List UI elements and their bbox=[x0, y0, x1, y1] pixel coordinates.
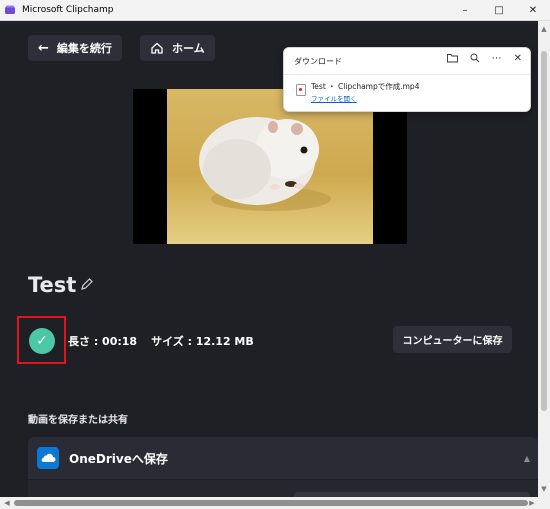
home-label: ホーム bbox=[172, 42, 205, 55]
app-content: ← 編集を続行 ホーム Test ✓ 長さ: 00:18 サイズ: 12.1… bbox=[0, 21, 538, 497]
scroll-down-icon[interactable]: ▼ bbox=[538, 483, 550, 495]
window-title: Microsoft Clipchamp bbox=[22, 5, 114, 15]
open-file-link[interactable]: ファイルを開く bbox=[311, 93, 357, 103]
save-to-computer-button[interactable]: コンピューターに保存 bbox=[393, 326, 512, 353]
home-button[interactable]: ホーム bbox=[140, 35, 215, 61]
vertical-scroll-thumb[interactable] bbox=[541, 51, 547, 411]
scroll-right-icon[interactable]: ▶ bbox=[526, 497, 538, 509]
downloads-popup: ダウンロード ⋯ ✕ Test ・ Clipchampで作成.mp4 ファイルを… bbox=[283, 47, 531, 112]
share-section-heading: 動画を保存または共有 bbox=[28, 415, 128, 426]
onedrive-save-label: OneDriveへ保存 bbox=[69, 451, 168, 466]
scroll-up-icon[interactable]: ▲ bbox=[538, 23, 550, 35]
checkmark-icon: ✓ bbox=[29, 328, 55, 354]
downloads-title: ダウンロード bbox=[294, 57, 342, 66]
onedrive-save-option[interactable]: OneDriveへ保存 ▲ bbox=[28, 437, 538, 479]
download-filename[interactable]: Test ・ Clipchampで作成.mp4 bbox=[311, 81, 419, 92]
onedrive-icon bbox=[37, 447, 59, 469]
project-title: Test bbox=[28, 273, 77, 297]
pencil-icon[interactable] bbox=[80, 277, 94, 291]
video-preview[interactable] bbox=[133, 89, 407, 244]
horizontal-scrollbar[interactable]: ◀ ▶ bbox=[0, 497, 550, 509]
hamster-image bbox=[199, 117, 331, 211]
file-icon bbox=[296, 84, 306, 96]
home-icon bbox=[151, 42, 163, 54]
video-frame bbox=[167, 89, 373, 244]
video-size: サイズ : 12.12 MB bbox=[151, 335, 254, 348]
export-complete-highlight: ✓ bbox=[17, 316, 66, 364]
chevron-up-icon: ▲ bbox=[523, 453, 530, 463]
arrow-left-icon: ← bbox=[38, 40, 49, 56]
more-options-icon[interactable]: ⋯ bbox=[492, 53, 502, 66]
close-icon[interactable]: ✕ bbox=[514, 53, 522, 66]
horizontal-scroll-thumb[interactable] bbox=[14, 500, 528, 506]
downloads-toolbar: ⋯ ✕ bbox=[446, 53, 522, 66]
close-window-button[interactable]: ✕ bbox=[516, 0, 550, 20]
onedrive-save-panel bbox=[28, 480, 538, 497]
minimize-button[interactable]: – bbox=[448, 0, 482, 20]
video-length: 長さ : 00:18 bbox=[68, 335, 138, 348]
search-icon[interactable] bbox=[470, 53, 480, 66]
vertical-scrollbar[interactable]: ▲ ▼ bbox=[538, 21, 550, 497]
maximize-button[interactable]: □ bbox=[482, 0, 516, 20]
window-titlebar: Microsoft Clipchamp – □ ✕ bbox=[0, 0, 550, 21]
export-info: 長さ : 00:18 サイズ : 12.12 MB bbox=[68, 333, 254, 349]
clipchamp-app-icon bbox=[5, 5, 15, 14]
continue-editing-label: 編集を続行 bbox=[56, 42, 112, 55]
continue-editing-button[interactable]: ← 編集を続行 bbox=[28, 35, 122, 61]
scroll-left-icon[interactable]: ◀ bbox=[1, 497, 13, 509]
folder-icon[interactable] bbox=[446, 53, 458, 66]
downloads-divider bbox=[284, 74, 530, 75]
